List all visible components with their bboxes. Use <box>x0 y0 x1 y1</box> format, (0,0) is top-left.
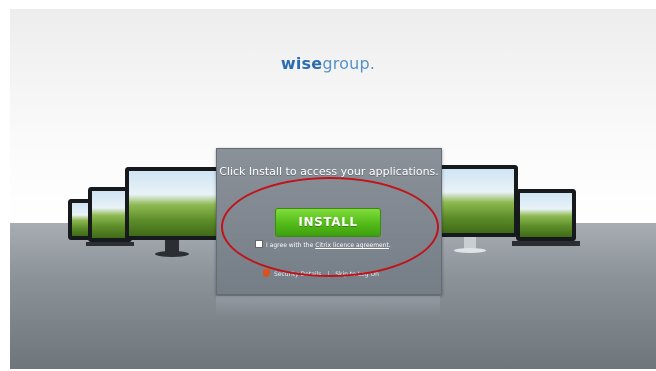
highlight-ellipse <box>221 177 439 277</box>
brand-logo-bold: wise <box>280 54 323 73</box>
device-laptop-right <box>512 189 580 253</box>
installer-page: wisegroup. Click Install to access your … <box>0 0 656 371</box>
device-monitor-left <box>125 167 220 263</box>
shield-icon <box>263 269 270 277</box>
device-monitor-right <box>436 165 518 261</box>
brand-logo-light: group. <box>322 54 376 73</box>
panel-reflection <box>216 296 440 316</box>
brand-logo: wisegroup. <box>0 54 656 73</box>
